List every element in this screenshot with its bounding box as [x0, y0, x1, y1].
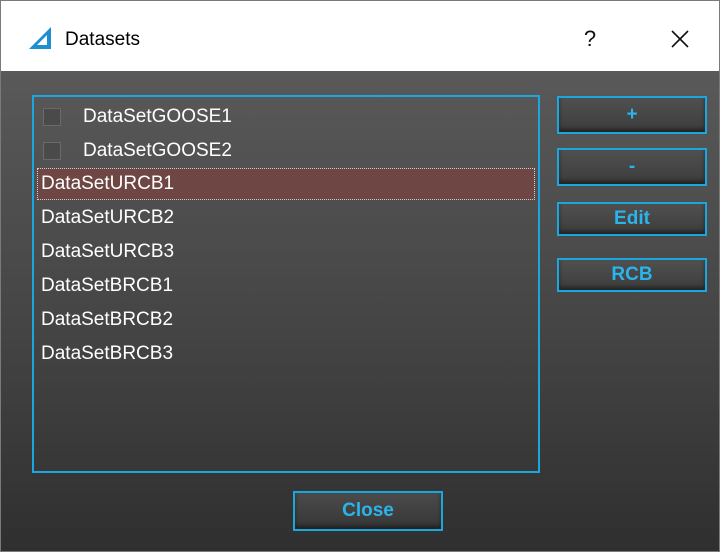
help-button[interactable]: ?	[567, 19, 613, 59]
list-item[interactable]: DataSetURCB2	[37, 202, 535, 234]
datasets-dialog: Datasets ? DataSetGOOSE1 DataSetGOOSE2 D…	[0, 0, 720, 552]
list-item[interactable]: DataSetGOOSE2	[37, 135, 535, 167]
list-item-label: DataSetGOOSE1	[83, 106, 232, 127]
add-button[interactable]: +	[557, 96, 707, 134]
list-item[interactable]: DataSetBRCB3	[37, 338, 535, 370]
list-item[interactable]: DataSetURCB3	[37, 236, 535, 268]
list-item-label: DataSetBRCB1	[41, 275, 174, 296]
close-icon	[671, 30, 689, 48]
edit-button[interactable]: Edit	[557, 202, 707, 236]
dataset-checkbox[interactable]	[43, 108, 61, 126]
window-close-button[interactable]	[657, 19, 703, 59]
list-item-label: DataSetURCB1	[41, 173, 175, 194]
list-item-selected[interactable]: DataSetURCB1	[37, 168, 535, 200]
triangle-logo-icon	[29, 27, 51, 49]
list-item-label: DataSetGOOSE2	[83, 140, 232, 161]
list-item-label: DataSetURCB2	[41, 207, 175, 228]
list-item[interactable]: DataSetBRCB2	[37, 304, 535, 336]
dialog-body: DataSetGOOSE1 DataSetGOOSE2 DataSetURCB1…	[1, 71, 719, 551]
rcb-button[interactable]: RCB	[557, 258, 707, 292]
list-item[interactable]: DataSetBRCB1	[37, 270, 535, 302]
window-title: Datasets	[65, 29, 140, 50]
list-item[interactable]: DataSetGOOSE1	[37, 101, 535, 133]
list-item-label: DataSetBRCB2	[41, 309, 174, 330]
dataset-checkbox[interactable]	[43, 142, 61, 160]
close-button[interactable]: Close	[293, 491, 443, 531]
list-item-label: DataSetURCB3	[41, 241, 175, 262]
remove-button[interactable]: -	[557, 148, 707, 186]
datasets-list[interactable]: DataSetGOOSE1 DataSetGOOSE2 DataSetURCB1…	[32, 95, 540, 473]
list-item-label: DataSetBRCB3	[41, 343, 174, 364]
title-bar[interactable]: Datasets ?	[1, 1, 719, 71]
